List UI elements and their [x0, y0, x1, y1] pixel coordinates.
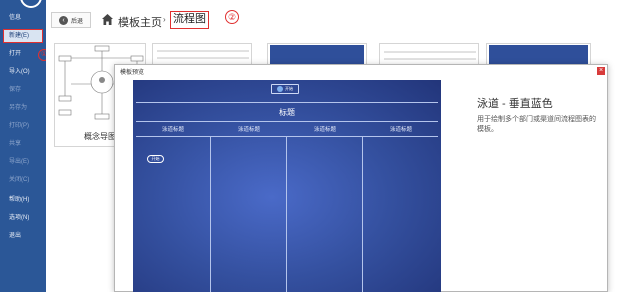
template-name: 泳道 - 垂直蓝色 [477, 98, 553, 110]
app-logo-icon [20, 0, 42, 8]
sidebar-item[interactable]: 关闭(C) [4, 174, 42, 186]
file-menu-sidebar: 信息新建(E) 打开导入(O) 保存另存为打印(P) 共享导出(E) 关闭(C) 帮助(H… [0, 0, 46, 292]
breadcrumb-home[interactable]: 模板主页 [118, 14, 162, 30]
template-thumbnail [270, 45, 364, 65]
sidebar-item[interactable]: 选项(N) [4, 212, 42, 224]
home-icon[interactable] [101, 13, 114, 26]
sidebar-item[interactable]: 保存 [4, 84, 42, 96]
preview-start-pill: 开始 [147, 155, 164, 163]
template-thumbnail [489, 45, 588, 65]
preview-lane-title: 泳道标题 [313, 127, 336, 133]
preview-lane-divider [362, 137, 363, 292]
sidebar-item[interactable]: 新建(E) [3, 29, 43, 43]
preview-lane-title: 泳道标题 [161, 127, 184, 133]
sidebar-item[interactable]: 导出(E) [4, 156, 42, 168]
template-preview-dialog: 模板预览 × 开始 标题 泳道标题 泳道标题 泳道标题 泳道标题 开始 泳道 -… [114, 64, 608, 292]
preview-lane-title: 泳道标题 [389, 127, 412, 133]
sidebar-item[interactable]: 打开 [4, 48, 42, 60]
template-thumbnail [157, 50, 249, 59]
preview-start-dot-icon [277, 86, 283, 92]
sidebar-item[interactable]: 导入(O) [4, 66, 42, 78]
breadcrumb-current: 流程图 [170, 11, 209, 29]
preview-main-title: 标题 [279, 108, 295, 117]
sidebar-item[interactable]: 帮助(H) [4, 194, 42, 206]
top-bar: ‹ 后退 模板主页 › 流程图 ② [46, 0, 633, 40]
annotation-marker-2: ② [225, 10, 239, 24]
back-button-label: 后退 [70, 18, 83, 25]
sidebar-item[interactable]: 另存为 [4, 102, 42, 114]
preview-lane-divider [286, 137, 287, 292]
sidebar-item[interactable]: 打印(P) [4, 120, 42, 132]
close-icon[interactable]: × [597, 67, 605, 75]
preview-divider [136, 102, 438, 103]
preview-divider [136, 121, 438, 122]
preview-lane-title: 泳道标题 [237, 127, 260, 133]
back-arrow-icon: ‹ [58, 15, 68, 25]
preview-start-label: 开始 [285, 86, 293, 91]
template-description: 用于绘制多个部门或渠道间流程图表的模板。 [477, 116, 596, 133]
back-button[interactable]: ‹ 后退 [51, 12, 91, 28]
template-thumbnail [384, 51, 476, 60]
dialog-title: 模板预览 [120, 70, 145, 76]
preview-start-shape: 开始 [271, 84, 299, 94]
sidebar-item[interactable]: 信息 [4, 12, 42, 24]
template-preview-image: 开始 标题 泳道标题 泳道标题 泳道标题 泳道标题 开始 [133, 80, 441, 292]
preview-divider [136, 136, 438, 137]
breadcrumb-separator: › [163, 15, 166, 24]
preview-lane-divider [210, 137, 211, 292]
sidebar-item[interactable]: 退出 [4, 230, 42, 242]
sidebar-item[interactable]: 共享 [4, 138, 42, 150]
